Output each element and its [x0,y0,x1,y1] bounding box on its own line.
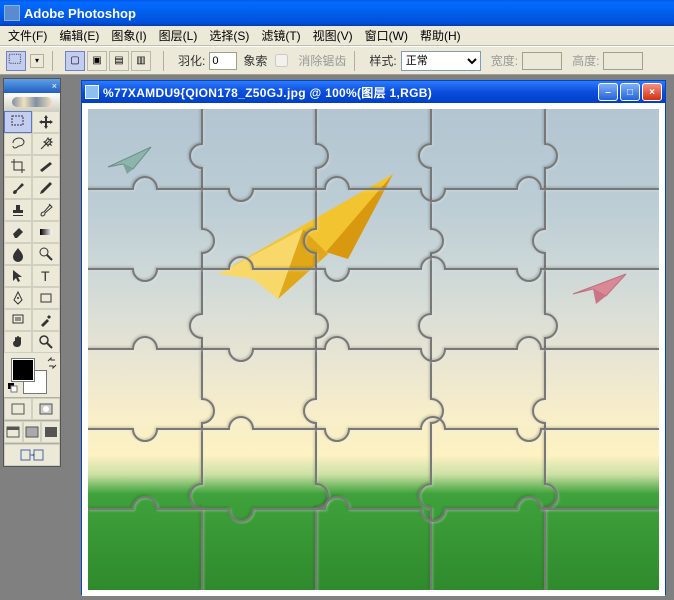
toolbox-titlebar[interactable]: × [4,79,60,93]
menu-filter[interactable]: 滤镜(T) [255,25,306,46]
default-colors-icon[interactable] [8,383,18,393]
lasso-tool[interactable] [4,133,32,155]
maximize-button[interactable]: □ [620,83,640,101]
menu-file[interactable]: 文件(F) [2,25,53,46]
move-tool[interactable] [32,111,60,133]
jump-to [4,443,60,466]
selection-subtract-icon[interactable]: ▤ [109,51,129,71]
color-swatches [8,357,56,393]
shape-tool[interactable] [32,287,60,309]
window-controls: – □ × [598,83,662,101]
app-titlebar: Adobe Photoshop [0,0,674,26]
style-select[interactable]: 正常 [401,51,481,71]
zoom-tool[interactable] [32,331,60,353]
screen-modes [4,420,60,443]
standard-mode[interactable] [4,398,32,420]
blur-tool[interactable] [4,243,32,265]
screen-standard[interactable] [4,421,23,443]
document-window: %77XAMDU9{QION178_Z50GJ.jpg @ 100%(图层 1,… [81,80,666,595]
menu-window[interactable]: 窗口(W) [359,25,414,46]
feather-input[interactable] [209,52,237,70]
marquee-tool[interactable] [4,111,32,133]
gradient-tool[interactable] [32,221,60,243]
selection-intersect-icon[interactable]: ▥ [131,51,151,71]
separator [52,51,53,71]
paper-plane-yellow [208,159,398,309]
document-icon [85,85,99,99]
jump-to-imageready[interactable] [4,444,60,466]
tool-preset-icon[interactable] [6,51,26,71]
feather-label: 羽化: [178,52,205,69]
width-label: 宽度: [491,52,518,69]
foreground-color[interactable] [12,359,34,381]
toolbox-palette: × T [3,78,61,467]
screen-full[interactable] [41,421,60,443]
quickmask-mode[interactable] [32,398,60,420]
tool-preset-dropdown[interactable]: ▾ [30,54,44,68]
notes-tool[interactable] [4,309,32,331]
screen-full-menubar[interactable] [23,421,42,443]
menu-help[interactable]: 帮助(H) [414,25,467,46]
selection-mode-group: ▢ ▣ ▤ ▥ [61,51,155,71]
document-body [82,103,665,596]
height-label: 高度: [572,52,599,69]
selection-add-icon[interactable]: ▣ [87,51,107,71]
path-select-tool[interactable] [4,265,32,287]
crop-tool[interactable] [4,155,32,177]
svg-text:T: T [41,268,50,284]
style-label: 样式: [369,52,396,69]
photoshop-icon [4,5,20,21]
eraser-tool[interactable] [4,221,32,243]
app-title: Adobe Photoshop [24,6,670,21]
height-input [603,52,643,70]
pencil-tool[interactable] [32,177,60,199]
history-brush-tool[interactable] [32,199,60,221]
workspace: × T [0,75,674,600]
menu-view[interactable]: 视图(V) [307,25,359,46]
close-button[interactable]: × [642,83,662,101]
menu-select[interactable]: 选择(S) [203,25,255,46]
paper-plane-pink [568,264,633,309]
dodge-tool[interactable] [32,243,60,265]
document-titlebar[interactable]: %77XAMDU9{QION178_Z50GJ.jpg @ 100%(图层 1,… [82,81,665,103]
separator [354,51,355,71]
antialias-label: 消除锯齿 [298,52,346,69]
toolbox-header [4,93,60,111]
wand-tool[interactable] [32,133,60,155]
menu-edit[interactable]: 编辑(E) [53,25,105,46]
hand-tool[interactable] [4,331,32,353]
paper-plane-teal [103,139,158,179]
width-input [522,52,562,70]
antialias-checkbox[interactable] [275,54,288,67]
eyedropper-tool[interactable] [32,309,60,331]
tool-grid: T [4,111,60,353]
swap-colors-icon[interactable] [46,357,58,369]
menu-layer[interactable]: 图层(L) [153,25,204,46]
canvas[interactable] [88,109,659,590]
brush-tool[interactable] [4,177,32,199]
feather-unit: 象索 [243,52,267,69]
type-tool[interactable]: T [32,265,60,287]
options-bar: ▾ ▢ ▣ ▤ ▥ 羽化: 象索 消除锯齿 样式: 正常 宽度: 高度: [0,46,674,75]
menu-image[interactable]: 图象(I) [105,25,152,46]
selection-new-icon[interactable]: ▢ [65,51,85,71]
slice-tool[interactable] [32,155,60,177]
pen-tool[interactable] [4,287,32,309]
menubar: 文件(F) 编辑(E) 图象(I) 图层(L) 选择(S) 滤镜(T) 视图(V… [0,26,674,46]
edit-modes [4,397,60,420]
separator [163,51,164,71]
stamp-tool[interactable] [4,199,32,221]
photoshop-logo-icon [12,97,52,107]
minimize-button[interactable]: – [598,83,618,101]
document-title: %77XAMDU9{QION178_Z50GJ.jpg @ 100%(图层 1,… [103,84,598,101]
